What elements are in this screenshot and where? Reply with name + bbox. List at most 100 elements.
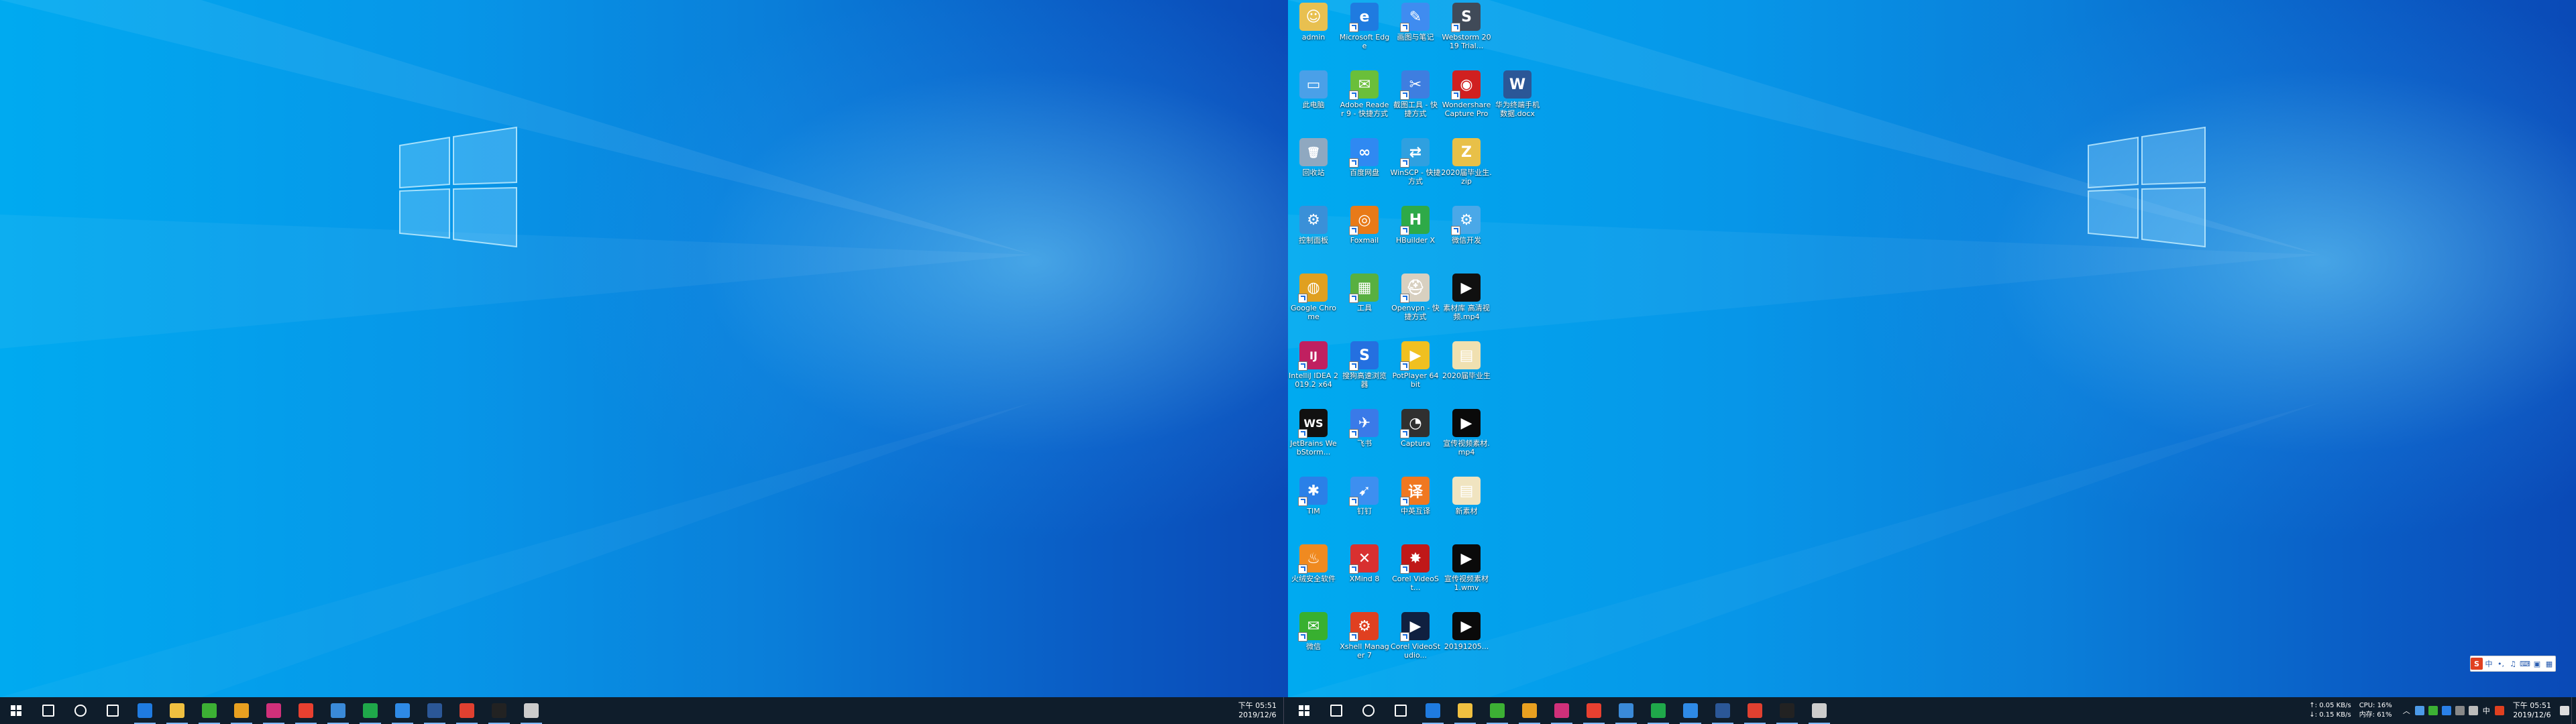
notes-taskbar-button[interactable] (1674, 697, 1707, 724)
heidisql-taskbar-button[interactable] (354, 697, 386, 724)
show-desktop-button[interactable] (1283, 697, 1288, 724)
desktop-icon[interactable]: S 搜狗高速浏览器 (1339, 341, 1390, 389)
desktop-icon[interactable]: ☺ admin (1288, 3, 1339, 42)
sogou-ime-icon[interactable]: S (2471, 658, 2483, 670)
maps-taskbar-button[interactable] (290, 697, 322, 724)
wechat-tray-icon[interactable] (2428, 706, 2438, 715)
notes-taskbar-button[interactable] (386, 697, 419, 724)
skin-icon[interactable]: ▣ (2531, 658, 2543, 670)
desktop-icon[interactable]: ✎ 画图与笔记 (1390, 3, 1441, 42)
red-app-taskbar-button[interactable] (451, 697, 483, 724)
toolbox-icon[interactable]: ▦ (2543, 658, 2555, 670)
desktop-icon[interactable]: ▭ 此电脑 (1288, 70, 1339, 109)
desktop-icon[interactable]: W 华为终端手机数据.docx (1492, 70, 1543, 118)
desktop-icon[interactable]: ▶ Corel VideoStudio... (1390, 612, 1441, 660)
task-view-taskbar-button[interactable] (97, 697, 129, 724)
tray-expand-chevron-icon[interactable]: ︿ (2403, 705, 2410, 716)
network-tray-icon[interactable] (2455, 706, 2465, 715)
start-button[interactable] (1288, 697, 1320, 724)
desktop-icon[interactable]: ⚙ 控制面板 (1288, 206, 1339, 245)
desktop-icon[interactable]: H HBuilder X (1390, 206, 1441, 245)
search-taskbar-button[interactable] (1320, 697, 1352, 724)
file-explorer-taskbar-button[interactable] (161, 697, 193, 724)
desktop-icon[interactable]: ⛑ Openvpn - 快捷方式 (1390, 274, 1441, 321)
terminal-taskbar-button[interactable] (483, 697, 515, 724)
voice-icon[interactable]: ♫ (2507, 658, 2519, 670)
idea-taskbar-button[interactable] (258, 697, 290, 724)
task-view-taskbar-button[interactable] (1385, 697, 1417, 724)
desktop-icon[interactable]: e Microsoft Edge (1339, 3, 1390, 50)
desktop-icon[interactable]: ▶ PotPlayer 64 bit (1390, 341, 1441, 389)
desktop-icon[interactable]: ▶ 20191205... (1441, 612, 1492, 651)
desktop-icon[interactable]: ✱ TIM (1288, 477, 1339, 516)
cortana-taskbar-button[interactable] (64, 697, 97, 724)
tim-tray-icon[interactable] (2441, 706, 2451, 715)
desktop-icon-image: ◍ (1298, 274, 1328, 303)
typora-taskbar-button[interactable] (515, 697, 547, 724)
desktop-icon[interactable]: ▶ 宣传视频素材.mp4 (1441, 409, 1492, 457)
edge-taskbar-button[interactable] (1417, 697, 1449, 724)
wechat-taskbar-button[interactable] (1481, 697, 1513, 724)
chart-app-taskbar-button[interactable] (322, 697, 354, 724)
desktop-icon[interactable]: ✕ XMind 8 (1339, 544, 1390, 583)
desktop-icon[interactable]: ⇄ WinSCP - 快捷方式 (1390, 138, 1441, 186)
idea-taskbar-button[interactable] (1546, 697, 1578, 724)
desktop-icon[interactable]: S Webstorm 2019 Trial... (1441, 3, 1492, 50)
desktop-icon[interactable]: ▦ 工具 (1339, 274, 1390, 312)
shortcut-arrow-icon (1349, 158, 1358, 168)
chart-app-taskbar-button[interactable] (1610, 697, 1642, 724)
desktop-icon[interactable]: ▶ 宣传视频素材1.wmv (1441, 544, 1492, 592)
typora-taskbar-button[interactable] (1803, 697, 1835, 724)
red-app-taskbar-button[interactable] (1739, 697, 1771, 724)
maps-taskbar-button[interactable] (1578, 697, 1610, 724)
volume-tray-icon[interactable] (2468, 706, 2478, 715)
desktop-icon[interactable]: 🗑 回收站 (1288, 138, 1339, 177)
wechat-taskbar-button[interactable] (193, 697, 225, 724)
ime-tray[interactable]: 中 (2483, 705, 2490, 716)
notification-center-icon[interactable] (2560, 706, 2569, 715)
chrome-taskbar-button[interactable] (1513, 697, 1546, 724)
desktop-icon[interactable]: WS JetBrains WebStorm... (1288, 409, 1339, 457)
desktop-icon[interactable]: IJ IntelliJ IDEA 2019.2 x64 (1288, 341, 1339, 389)
desktop-icon-image: S (1451, 3, 1481, 32)
desktop-icon[interactable]: ⚙ Xshell Manager 7 (1339, 612, 1390, 660)
desktop-icon[interactable]: Z 2020届毕业生.zip (1441, 138, 1492, 186)
sogou-tray-icon[interactable] (2494, 706, 2504, 715)
desktop-icon[interactable]: 译中英互译 (1390, 477, 1441, 516)
word-taskbar-button[interactable] (1707, 697, 1739, 724)
show-desktop-button[interactable] (2571, 697, 2576, 724)
desktop-icon[interactable]: ✉ Adobe Reader 9 - 快捷方式 (1339, 70, 1390, 118)
shortcut-arrow-icon (1349, 90, 1358, 100)
desktop-icon[interactable]: ✂ 截图工具 - 快捷方式 (1390, 70, 1441, 118)
desktop-icon[interactable]: ➹ 钉钉 (1339, 477, 1390, 516)
desktop-icon[interactable]: ▤ 2020届毕业生 (1441, 341, 1492, 380)
desktop-icon[interactable]: ◔ Captura (1390, 409, 1441, 448)
heidisql-taskbar-button[interactable] (1642, 697, 1674, 724)
desktop-icon[interactable]: ♨ 火绒安全软件 (1288, 544, 1339, 583)
desktop-icon[interactable]: ◍ Google Chrome (1288, 274, 1339, 321)
desktop-icon[interactable]: ▤ 新素材 (1441, 477, 1492, 516)
edge-taskbar-button[interactable] (129, 697, 161, 724)
keyboard-icon[interactable]: ⌨ (2519, 658, 2531, 670)
word-taskbar-button[interactable] (419, 697, 451, 724)
left-clock[interactable]: 下午 05:51 2019/12/6 (1232, 701, 1283, 720)
desktop-icon[interactable]: ⚙ 微信开发 (1441, 206, 1492, 245)
ime-mode[interactable]: 中 (2483, 658, 2495, 670)
terminal-taskbar-button[interactable] (1771, 697, 1803, 724)
bluetooth-tray-icon[interactable] (2414, 706, 2424, 715)
desktop-icon[interactable]: ◉ Wondershare Capture Pro (1441, 70, 1492, 118)
desktop-icon[interactable]: ◎ Foxmail (1339, 206, 1390, 245)
desktop-icon[interactable]: ∞ 百度网盘 (1339, 138, 1390, 177)
desktop-icon[interactable]: ✸ Corel VideoSt... (1390, 544, 1441, 592)
cortana-taskbar-button[interactable] (1352, 697, 1385, 724)
punctuation-icon[interactable]: •, (2495, 658, 2507, 670)
desktop-icon[interactable]: ✈ 飞书 (1339, 409, 1390, 448)
desktop-icon[interactable]: ✉ 微信 (1288, 612, 1339, 651)
chrome-taskbar-button[interactable] (225, 697, 258, 724)
start-button[interactable] (0, 697, 32, 724)
right-clock[interactable]: 下午 05:51 2019/12/6 (2506, 701, 2558, 720)
file-explorer-taskbar-button[interactable] (1449, 697, 1481, 724)
ime-toolbar[interactable]: S 中 •, ♫ ⌨ ▣ ▦ (2470, 656, 2556, 672)
search-taskbar-button[interactable] (32, 697, 64, 724)
desktop-icon[interactable]: ▶ 素材库 高清视频.mp4 (1441, 274, 1492, 321)
